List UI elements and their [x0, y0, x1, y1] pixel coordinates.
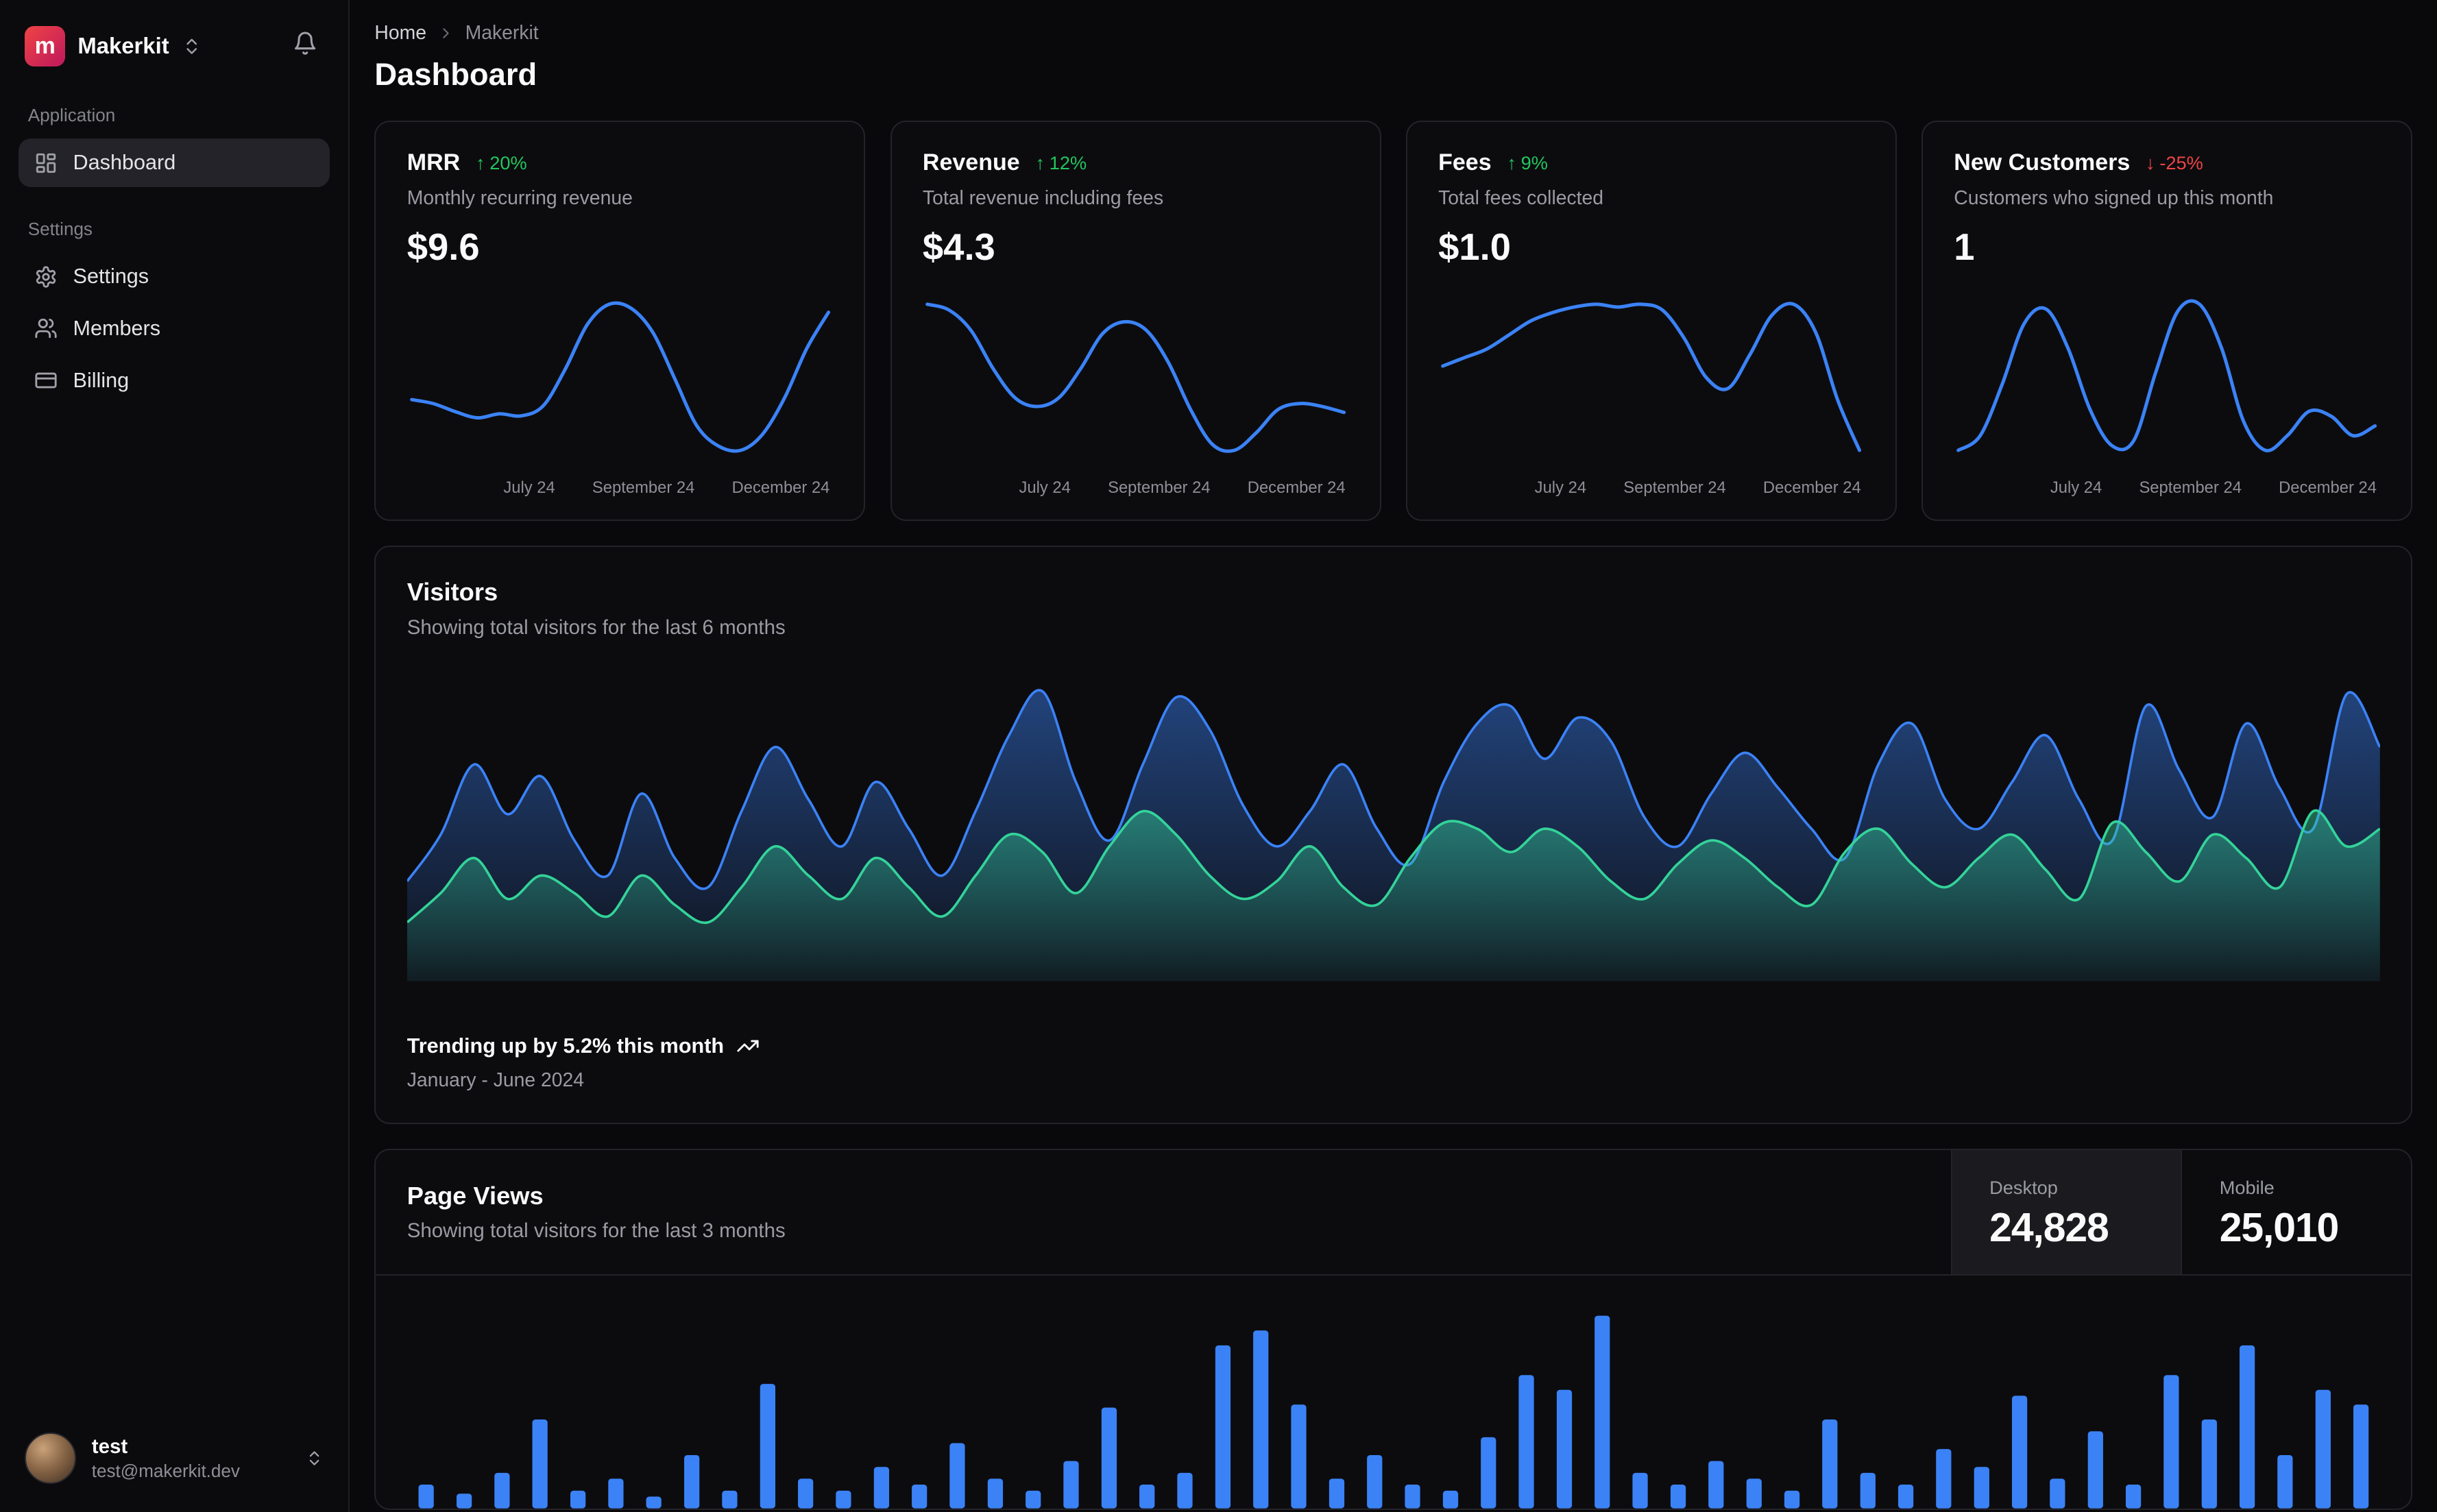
trend-badge: ↓ -25% — [2146, 152, 2203, 174]
new-customers-sparkline-chart — [1954, 293, 2379, 467]
trend-value: 20% — [489, 151, 527, 173]
stat-subtitle: Total fees collected — [1438, 187, 1604, 210]
tick-label: September 24 — [2139, 478, 2242, 498]
makerkit-logo: m — [25, 25, 66, 66]
trending-up-icon — [736, 1034, 760, 1058]
stat-card-fees: Fees ↑ 9% Total fees collected $1.0 July… — [1405, 120, 1897, 521]
stat-value: 1 — [1954, 225, 1975, 268]
date-range-text: January - June 2024 — [407, 1069, 585, 1091]
avatar — [25, 1432, 77, 1485]
sidebar-item-label: Dashboard — [73, 151, 176, 175]
sidebar-item-dashboard[interactable]: Dashboard — [19, 138, 330, 188]
stat-value: $4.3 — [922, 225, 995, 268]
visitors-card: Visitors Showing total visitors for the … — [374, 546, 2412, 1125]
chevrons-up-down-icon — [305, 1449, 324, 1467]
tick-label: September 24 — [1623, 478, 1726, 498]
x-axis-ticks: July 24 September 24 December 24 — [407, 467, 833, 498]
desktop-label: Desktop — [1989, 1176, 2058, 1198]
trend-badge: ↑ 20% — [476, 152, 527, 174]
stat-card-new-customers: New Customers ↓ -25% Customers who signe… — [1921, 120, 2412, 521]
page-views-subtitle: Showing total visitors for the last 3 mo… — [407, 1219, 786, 1243]
tick-label: December 24 — [1762, 478, 1861, 498]
tick-label: September 24 — [1108, 478, 1211, 498]
mobile-label: Mobile — [2219, 1176, 2275, 1198]
trend-value: 9% — [1520, 151, 1548, 173]
x-axis-ticks: July 24 September 24 December 24 — [1954, 467, 2379, 498]
stat-card-mrr: MRR ↑ 20% Monthly recurring revenue $9.6… — [374, 120, 866, 521]
trend-value: 12% — [1049, 151, 1087, 173]
sidebar: m Makerkit Application Dashboard Setting… — [0, 0, 350, 1512]
chevron-right-icon — [437, 25, 454, 42]
chevrons-up-down-icon — [182, 36, 202, 56]
sidebar-item-settings[interactable]: Settings — [19, 252, 330, 301]
sidebar-item-members[interactable]: Members — [19, 304, 330, 353]
page-title: Dashboard — [374, 56, 537, 92]
section-label-settings: Settings — [27, 218, 93, 239]
tick-label: July 24 — [1534, 478, 1587, 498]
revenue-sparkline-chart — [923, 293, 1348, 467]
arrow-up-icon: ↑ — [475, 151, 485, 173]
stat-value: $1.0 — [1438, 225, 1511, 268]
page-views-bar-chart — [418, 1315, 2368, 1509]
sidebar-item-billing[interactable]: Billing — [19, 356, 330, 404]
tick-label: December 24 — [1247, 478, 1346, 498]
user-email: test@makerkit.dev — [91, 1460, 240, 1481]
page-views-card: Page Views Showing total visitors for th… — [374, 1149, 2412, 1510]
stat-value: $9.6 — [407, 225, 480, 268]
trend-value: -25% — [2159, 151, 2203, 173]
tick-label: July 24 — [1019, 478, 1071, 498]
stat-title: Revenue — [922, 149, 1020, 176]
tick-label: December 24 — [731, 478, 830, 498]
visitors-title: Visitors — [407, 578, 498, 607]
visitors-subtitle: Showing total visitors for the last 6 mo… — [407, 615, 786, 639]
breadcrumb: Home Makerkit — [374, 22, 2412, 45]
arrow-down-icon: ↓ — [2145, 151, 2155, 173]
mobile-value: 25,010 — [2219, 1205, 2340, 1250]
bell-icon — [293, 31, 317, 56]
stat-title: New Customers — [1954, 149, 2131, 176]
visitors-area-chart — [407, 676, 2380, 981]
workspace-name: Makerkit — [77, 33, 169, 59]
tick-label: July 24 — [503, 478, 555, 498]
desktop-value: 24,828 — [1989, 1205, 2109, 1250]
tick-label: July 24 — [2050, 478, 2102, 498]
stat-title: MRR — [407, 149, 461, 176]
sidebar-item-label: Settings — [73, 265, 149, 288]
user-menu[interactable]: test test@makerkit.dev — [19, 1424, 330, 1493]
stat-subtitle: Customers who signed up this month — [1954, 187, 2274, 210]
desktop-toggle[interactable]: Desktop 24,828 — [1950, 1150, 2181, 1274]
gear-icon — [34, 265, 58, 289]
stat-card-grid: MRR ↑ 20% Monthly recurring revenue $9.6… — [374, 120, 2412, 521]
x-axis-ticks: July 24 September 24 December 24 — [1438, 467, 1864, 498]
billing-icon — [34, 369, 58, 392]
stat-subtitle: Monthly recurring revenue — [407, 187, 633, 210]
sidebar-item-label: Billing — [73, 368, 130, 392]
x-axis-ticks: July 24 September 24 December 24 — [923, 467, 1348, 498]
page-views-title: Page Views — [407, 1181, 544, 1210]
members-icon — [34, 317, 58, 340]
stat-subtitle: Total revenue including fees — [922, 187, 1164, 210]
section-label-application: Application — [27, 105, 116, 126]
trend-badge: ↑ 12% — [1035, 152, 1087, 174]
fees-sparkline-chart — [1438, 293, 1864, 467]
stat-card-revenue: Revenue ↑ 12% Total revenue including fe… — [890, 120, 1381, 521]
notifications-button[interactable] — [286, 25, 323, 67]
workspace-switcher[interactable]: m Makerkit — [25, 25, 274, 66]
breadcrumb-current: Makerkit — [465, 21, 539, 44]
arrow-up-icon: ↑ — [1507, 151, 1516, 173]
sidebar-item-label: Members — [73, 316, 161, 340]
arrow-up-icon: ↑ — [1035, 151, 1045, 173]
main-content: Home Makerkit Dashboard MRR ↑ 20% Monthl… — [350, 0, 2437, 1512]
stat-title: Fees — [1438, 149, 1492, 176]
breadcrumb-home-link[interactable]: Home — [374, 22, 426, 45]
trend-badge: ↑ 9% — [1507, 152, 1548, 174]
trend-text: Trending up by 5.2% this month — [407, 1034, 725, 1058]
user-name: test — [91, 1435, 128, 1459]
dashboard-icon — [34, 151, 58, 175]
tick-label: December 24 — [2279, 478, 2377, 498]
mrr-sparkline-chart — [407, 293, 833, 467]
tick-label: September 24 — [592, 478, 695, 498]
mobile-toggle[interactable]: Mobile 25,010 — [2181, 1150, 2411, 1274]
